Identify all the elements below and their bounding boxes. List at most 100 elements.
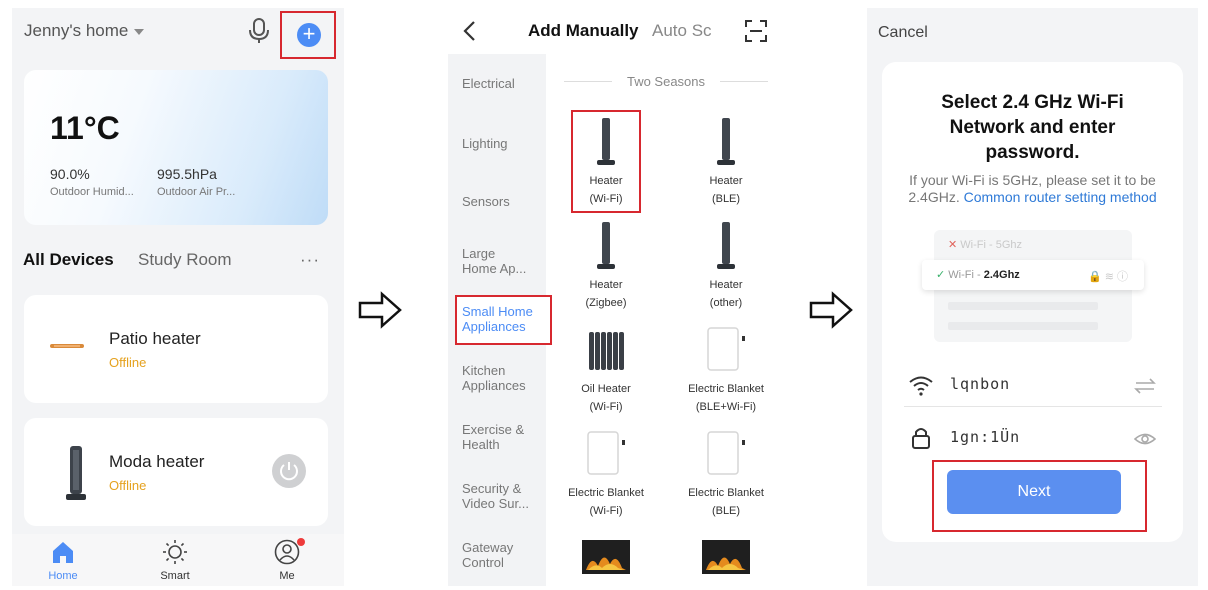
device-card-patio-heater[interactable]: Patio heater Offline bbox=[24, 295, 328, 403]
weather-card[interactable]: 11°C 90.0% Outdoor Humid... 995.5hPa Out… bbox=[24, 70, 328, 225]
caret-down-icon bbox=[134, 28, 145, 35]
tab-all-devices[interactable]: All Devices bbox=[23, 250, 114, 270]
nav-label: Me bbox=[279, 570, 295, 582]
wifi-24ghz-band: 2.4Ghz bbox=[983, 269, 1020, 281]
eye-icon[interactable] bbox=[1134, 430, 1156, 448]
product-variant: (BLE) bbox=[711, 505, 741, 517]
tower-heater-image bbox=[717, 222, 735, 269]
tab-study-room[interactable]: Study Room bbox=[138, 250, 232, 270]
product-oil-heater-wifi[interactable]: Oil Heater (Wi-Fi) bbox=[551, 380, 661, 416]
electric-blanket-image bbox=[707, 327, 745, 371]
add-device-highlight: + bbox=[280, 11, 336, 59]
product-variant: (BLE) bbox=[711, 193, 741, 205]
power-button[interactable] bbox=[272, 454, 306, 488]
switch-network-icon[interactable] bbox=[1134, 377, 1156, 395]
notification-dot bbox=[297, 538, 305, 546]
pressure-label: Outdoor Air Pr... bbox=[157, 186, 236, 198]
add-device-screen: Add Manually Auto Sc Electrical Lighting… bbox=[448, 8, 782, 586]
device-status: Offline bbox=[109, 478, 147, 493]
nav-label: Smart bbox=[160, 570, 190, 582]
back-arrow-icon[interactable] bbox=[462, 20, 476, 42]
product-heater-zigbee[interactable]: Heater (Zigbee) bbox=[551, 276, 661, 312]
device-card-moda-heater[interactable]: Moda heater Offline bbox=[24, 418, 328, 526]
home-icon bbox=[53, 542, 73, 563]
product-variant: (BLE+Wi-Fi) bbox=[695, 401, 757, 413]
product-electric-blanket-ble-wifi[interactable]: Electric Blanket (BLE+Wi-Fi) bbox=[671, 380, 781, 416]
product-variant: (Wi-Fi) bbox=[589, 505, 623, 517]
section-header: Two Seasons bbox=[626, 74, 706, 89]
category-small-home-appliances[interactable]: Small Home Appliances bbox=[462, 304, 542, 334]
pressure-value: 995.5hPa bbox=[157, 166, 217, 182]
nav-home[interactable]: Home bbox=[33, 534, 93, 586]
wifi-24ghz-prefix: Wi-Fi - bbox=[948, 269, 984, 281]
tab-add-manually[interactable]: Add Manually bbox=[528, 21, 639, 41]
router-setting-link[interactable]: Common router setting method bbox=[964, 189, 1157, 205]
nav-smart[interactable]: Smart bbox=[145, 534, 205, 586]
tower-heater-image bbox=[66, 446, 86, 500]
product-heater-ble[interactable]: Heater (BLE) bbox=[671, 172, 781, 208]
tower-heater-image bbox=[717, 118, 735, 165]
password-field[interactable]: 1gn:1Ün bbox=[904, 420, 1162, 460]
nav-me[interactable]: Me bbox=[257, 534, 317, 586]
tower-heater-image bbox=[597, 222, 615, 269]
product-variant: (other) bbox=[709, 297, 743, 309]
product-heater-wifi[interactable]: Heater (Wi-Fi) bbox=[551, 172, 661, 208]
next-button[interactable]: Next bbox=[947, 470, 1121, 514]
category-sensors[interactable]: Sensors bbox=[462, 194, 546, 209]
home-header: Jenny's home + bbox=[12, 8, 344, 59]
product-variant: (Wi-Fi) bbox=[589, 193, 623, 205]
nav-label: Home bbox=[48, 570, 78, 582]
placeholder-row bbox=[948, 302, 1098, 310]
category-gateway-control[interactable]: Gateway Control bbox=[462, 540, 532, 570]
humidity-label: Outdoor Humid... bbox=[50, 186, 134, 198]
wifi-24ghz-text: ✓ Wi-Fi - 2.4Ghz bbox=[936, 268, 1020, 281]
home-name-label: Jenny's home bbox=[24, 21, 129, 40]
scan-icon[interactable] bbox=[745, 20, 767, 42]
product-name: Electric Blanket bbox=[688, 383, 764, 395]
more-menu-icon[interactable]: ··· bbox=[300, 250, 320, 270]
product-name: Electric Blanket bbox=[688, 487, 764, 499]
electric-blanket-image bbox=[587, 431, 625, 475]
product-heater-other[interactable]: Heater (other) bbox=[671, 276, 781, 312]
product-electric-blanket-ble[interactable]: Electric Blanket (BLE) bbox=[671, 484, 781, 520]
category-electrical[interactable]: Electrical bbox=[462, 76, 546, 91]
wifi-5ghz-row: ✕ Wi-Fi - 5Ghz bbox=[948, 238, 1022, 251]
wifi-5ghz-prefix: Wi-Fi - bbox=[960, 239, 996, 251]
wifi-name-field[interactable]: lqnbon bbox=[904, 367, 1162, 407]
bottom-nav: Home Smart Me bbox=[12, 534, 344, 586]
sun-icon bbox=[163, 540, 187, 564]
product-name: Heater bbox=[589, 175, 623, 187]
wifi-icon bbox=[909, 376, 933, 396]
wifi-title: Select 2.4 GHz Wi-Fi Network and enter p… bbox=[941, 92, 1124, 163]
next-button-highlight: Next bbox=[932, 460, 1147, 532]
category-lighting[interactable]: Lighting bbox=[462, 136, 546, 151]
wifi-name-value: lqnbon bbox=[950, 375, 1011, 393]
fireplace-image[interactable] bbox=[582, 540, 630, 574]
placeholder-row bbox=[948, 322, 1098, 330]
fireplace-image[interactable] bbox=[702, 540, 750, 574]
wifi-band-illustration: ✕ Wi-Fi - 5Ghz ✓ Wi-Fi - 2.4Ghz 🔒 ≋ ⓘ bbox=[922, 230, 1144, 342]
wifi-card: Select 2.4 GHz Wi-Fi Network and enter p… bbox=[882, 62, 1183, 542]
wifi-24ghz-row: ✓ Wi-Fi - 2.4Ghz 🔒 ≋ ⓘ bbox=[922, 260, 1144, 290]
microphone-icon[interactable] bbox=[248, 18, 270, 44]
password-value: 1gn:1Ün bbox=[950, 428, 1021, 446]
temperature: 11°C bbox=[50, 110, 120, 146]
product-electric-blanket-wifi[interactable]: Electric Blanket (Wi-Fi) bbox=[551, 484, 661, 520]
category-exercise-health[interactable]: Exercise & Health bbox=[462, 422, 532, 452]
home-selector[interactable]: Jenny's home bbox=[24, 21, 145, 41]
check-icon: ✓ bbox=[936, 269, 946, 281]
oil-heater-image bbox=[589, 332, 624, 370]
category-large-home-appliances[interactable]: Large Home Ap... bbox=[462, 246, 532, 276]
device-name: Patio heater bbox=[109, 329, 201, 348]
category-security-video[interactable]: Security & Video Sur... bbox=[462, 481, 542, 511]
cancel-button[interactable]: Cancel bbox=[878, 24, 928, 42]
device-name: Moda heater bbox=[109, 452, 205, 471]
patio-heater-image bbox=[50, 344, 84, 348]
add-device-button[interactable]: + bbox=[297, 23, 321, 47]
wifi-setup-screen: Cancel Select 2.4 GHz Wi-Fi Network and … bbox=[867, 8, 1198, 586]
tab-auto-scan[interactable]: Auto Sc bbox=[652, 21, 712, 41]
power-icon bbox=[280, 462, 298, 481]
product-name: Heater bbox=[709, 279, 743, 291]
category-kitchen-appliances[interactable]: Kitchen Appliances bbox=[462, 363, 542, 393]
wifi-5ghz-band: 5Ghz bbox=[995, 239, 1023, 251]
